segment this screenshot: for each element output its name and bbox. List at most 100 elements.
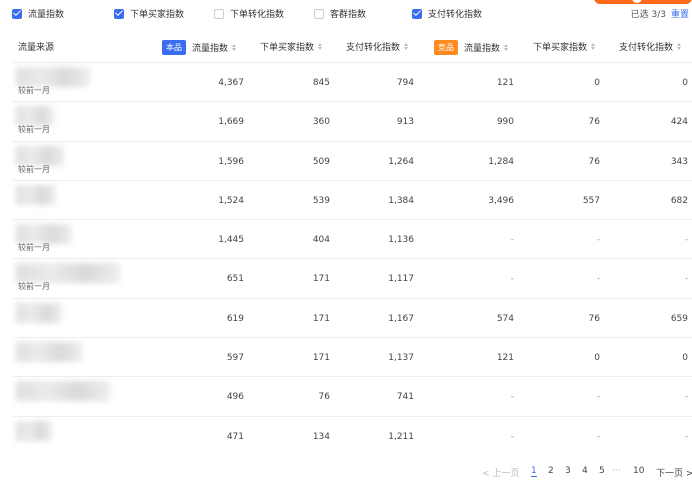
page-button-2[interactable]: 2 [548, 466, 554, 476]
self-payment-conversion-index-value: 1,136 [388, 235, 414, 246]
table-row: 较前一月 1,669 360 913 990 76 424 [12, 101, 692, 140]
column-header-self-order-buyer-index[interactable]: 下单买家指数 [260, 40, 323, 53]
competitor-traffic-index-value: - [510, 392, 514, 403]
self-order-buyer-index-value: 845 [312, 78, 330, 88]
checkbox-checked-icon[interactable] [412, 8, 422, 19]
self-traffic-index-value: 1,596 [218, 156, 244, 167]
filter-checkbox-audience-index[interactable]: 客群指数 [314, 7, 366, 20]
sort-icon[interactable] [591, 43, 596, 50]
column-header-competitor-traffic-index[interactable]: 竞品 流量指数 [434, 40, 509, 55]
checkbox-unchecked-icon[interactable] [214, 8, 224, 19]
checkbox-unchecked-icon[interactable] [314, 8, 324, 19]
competitor-traffic-index-value: 121 [496, 353, 514, 364]
filter-checkbox-payment-conversion-index[interactable]: 支付转化指数 [412, 7, 482, 20]
selected-count: 已选 3/3 [630, 10, 666, 20]
self-traffic-index-value: 597 [226, 353, 244, 364]
table-row: 较前一月 651 171 1,117 - - - [12, 258, 692, 297]
floating-widget-icon[interactable] [594, 0, 692, 4]
table-row: 较前一月 1,596 509 1,264 1,284 76 343 [12, 140, 692, 180]
column-header-label: 下单买家指数 [533, 43, 588, 53]
competitor-traffic-index-value: 990 [496, 117, 514, 128]
competitor-traffic-index-value: 121 [496, 78, 514, 88]
competitor-order-buyer-index-value: - [596, 431, 600, 442]
reset-link[interactable]: 重置 [671, 7, 689, 20]
checkbox-checked-icon[interactable] [12, 8, 22, 19]
checkbox-checked-icon[interactable] [114, 8, 124, 19]
table-row: 619 171 1,167 574 76 659 [12, 297, 692, 337]
page-button-5[interactable]: 5 [599, 466, 605, 476]
competitor-traffic-index-value: 574 [496, 313, 514, 324]
table-row: 较前一月 4,367 845 794 121 0 0 [12, 62, 692, 101]
self-order-buyer-index-value: 360 [312, 117, 330, 128]
self-order-buyer-index-value: 76 [318, 392, 330, 403]
competitor-order-buyer-index-value: 76 [588, 156, 600, 167]
self-payment-conversion-index-value: 913 [396, 117, 414, 128]
self-payment-conversion-index-value: 1,167 [388, 313, 414, 324]
filter-label: 客群指数 [330, 10, 367, 20]
filter-label: 下单买家指数 [130, 10, 185, 20]
column-header-source: 流量来源 [18, 43, 55, 53]
filter-checkbox-order-buyer-index[interactable]: 下单买家指数 [114, 7, 184, 20]
sort-icon[interactable] [404, 43, 409, 50]
table-row: 1,524 539 1,384 3,496 557 682 [12, 179, 692, 219]
competitor-payment-conversion-index-value: 659 [670, 313, 688, 324]
next-page-button[interactable]: 下一页 > [656, 466, 692, 479]
competitor-payment-conversion-index-value: - [684, 392, 688, 403]
blurred-source-name [16, 302, 62, 323]
blurred-source-name [16, 381, 110, 402]
metric-filter-bar: 流量指数 下单买家指数 下单转化指数 客群指数 支付转化指数 已选 3/3 重置 [0, 0, 692, 26]
compare-label: 较前一月 [18, 282, 50, 292]
competitor-traffic-index-value: - [510, 431, 514, 442]
sort-icon[interactable] [677, 43, 682, 50]
column-header-label: 流量指数 [192, 44, 229, 54]
table-header: 流量来源 本品 流量指数 下单买家指数 支付转化指数 竞品 流量指数 下单买家指… [12, 26, 692, 62]
filter-checkbox-traffic-index[interactable]: 流量指数 [12, 7, 64, 20]
self-order-buyer-index-value: 171 [312, 274, 330, 285]
self-payment-conversion-index-value: 1,137 [388, 353, 414, 364]
self-traffic-index-value: 651 [226, 274, 244, 285]
page-button-10[interactable]: 10 [633, 466, 644, 476]
column-header-competitor-order-buyer-index[interactable]: 下单买家指数 [533, 40, 596, 53]
prev-page-button[interactable]: < 上一页 [482, 466, 519, 479]
filter-label: 流量指数 [28, 10, 65, 20]
blurred-source-name [16, 67, 90, 87]
self-order-buyer-index-value: 171 [312, 353, 330, 364]
page-button-4[interactable]: 4 [582, 466, 588, 476]
page-ellipsis[interactable]: ··· [612, 466, 621, 476]
sort-icon[interactable] [232, 44, 237, 51]
competitor-payment-conversion-index-value: - [684, 235, 688, 246]
blurred-source-name [16, 145, 64, 166]
blurred-source-name [16, 184, 56, 205]
self-traffic-index-value: 471 [226, 431, 244, 442]
page-button-3[interactable]: 3 [565, 466, 571, 476]
self-order-buyer-index-value: 134 [312, 431, 330, 442]
column-header-label: 流量指数 [464, 44, 501, 54]
competitor-traffic-index-value: 3,496 [488, 195, 514, 206]
blurred-source-name [16, 224, 72, 245]
self-payment-conversion-index-value: 1,264 [388, 156, 414, 167]
self-payment-conversion-index-value: 1,117 [388, 274, 414, 285]
table-row: 597 171 1,137 121 0 0 [12, 337, 692, 376]
column-header-self-traffic-index[interactable]: 本品 流量指数 [162, 40, 237, 55]
sort-icon[interactable] [504, 44, 509, 51]
blurred-source-name [16, 342, 82, 363]
competitor-order-buyer-index-value: 76 [588, 117, 600, 128]
competitor-payment-conversion-index-value: - [684, 274, 688, 285]
competitor-payment-conversion-index-value: 0 [682, 78, 688, 88]
self-traffic-index-value: 1,524 [218, 195, 244, 206]
filter-checkbox-order-conversion-index[interactable]: 下单转化指数 [214, 7, 284, 20]
self-traffic-index-value: 1,445 [218, 235, 244, 246]
blurred-source-name [16, 420, 52, 441]
self-traffic-index-value: 4,367 [218, 78, 244, 88]
compare-label: 较前一月 [18, 243, 50, 253]
sort-icon[interactable] [318, 43, 323, 50]
page-button-1[interactable]: 1 [531, 466, 537, 477]
competitor-order-buyer-index-value: 0 [594, 353, 600, 364]
self-traffic-index-value: 496 [226, 392, 244, 403]
competitor-order-buyer-index-value: - [596, 392, 600, 403]
table-row: 471 134 1,211 - - - [12, 415, 692, 455]
column-header-competitor-payment-conversion-index[interactable]: 支付转化指数 [619, 40, 682, 53]
competitor-order-buyer-index-value: 76 [588, 313, 600, 324]
column-header-self-payment-conversion-index[interactable]: 支付转化指数 [346, 40, 409, 53]
competitor-payment-conversion-index-value: 682 [670, 195, 688, 206]
